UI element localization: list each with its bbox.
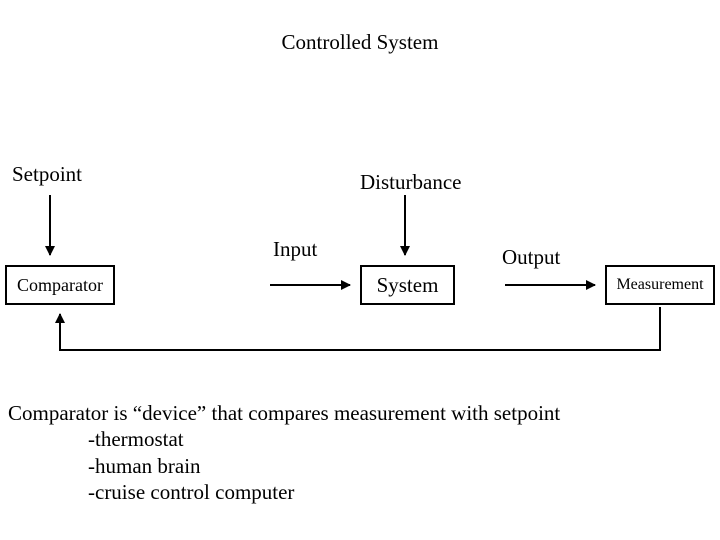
system-box: System (360, 265, 455, 305)
page-title: Controlled System (0, 30, 720, 55)
measurement-box: Measurement (605, 265, 715, 305)
description-bullet: -human brain (8, 453, 560, 479)
description-bullet: -cruise control computer (8, 479, 560, 505)
description-bullet: -thermostat (8, 426, 560, 452)
disturbance-label: Disturbance (360, 170, 461, 195)
comparator-box: Comparator (5, 265, 115, 305)
input-label: Input (273, 237, 317, 262)
output-label: Output (502, 245, 560, 270)
setpoint-label: Setpoint (12, 162, 82, 187)
comparator-description: Comparator is “device” that compares mea… (8, 400, 560, 505)
description-line: Comparator is “device” that compares mea… (8, 400, 560, 426)
feedback-line (60, 307, 660, 350)
